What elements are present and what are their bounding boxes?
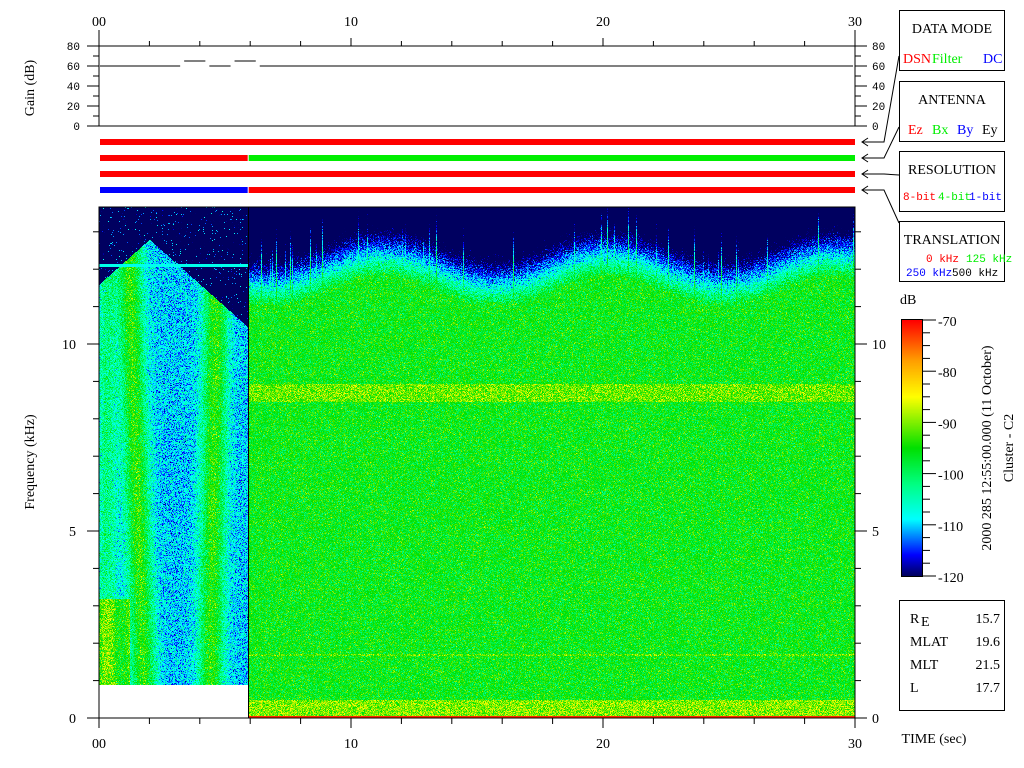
- spec-xlabel: TIME (sec): [902, 732, 967, 747]
- legend-item: DSN: [903, 52, 931, 67]
- spec-ytick-label: 5: [69, 525, 76, 540]
- colorbar-tick-label: -70: [938, 315, 957, 330]
- spec-ylabel: Frequency (kHz): [23, 414, 38, 510]
- spec-ytick-label-right: 10: [872, 338, 886, 353]
- side-title-date: 2000 285 12:55:00.000 (11 October): [980, 345, 995, 551]
- legend-item: Ey: [982, 123, 998, 138]
- top-xtick-label: 10: [344, 15, 358, 30]
- side-title-spacecraft: Cluster - C2: [1002, 414, 1017, 482]
- orbit-value: 17.7: [976, 681, 1001, 696]
- top-xtick-label: 30: [848, 15, 862, 30]
- status-bar-translation: [248, 187, 855, 193]
- colorbar-tick-label: -110: [938, 520, 963, 535]
- orbit-value: 19.6: [976, 635, 1001, 650]
- colorbar-tick-label: -80: [938, 366, 957, 381]
- gain-ytick-label: 80: [67, 42, 80, 54]
- colorbar-label: dB: [900, 293, 916, 308]
- spec-xtick-label: 10: [344, 737, 358, 752]
- top-xtick-label: 20: [596, 15, 610, 30]
- orbit-value: 15.7: [976, 612, 1001, 627]
- status-bar-data-mode: [100, 139, 855, 145]
- colorbar-tick-label: -100: [938, 469, 964, 484]
- legend-title-data_mode: DATA MODE: [912, 22, 992, 37]
- legend-connector-translation: [861, 185, 900, 224]
- legend-item: Bx: [932, 123, 948, 138]
- legend-item: 250 kHz: [906, 268, 952, 280]
- status-bar-antenna: [248, 155, 855, 161]
- orbit-label: R: [910, 612, 920, 627]
- legend-connector-resolution: [861, 169, 900, 179]
- legend-item: Ez: [908, 123, 923, 138]
- orbit-label: L: [910, 681, 919, 696]
- legend-item: 0 kHz: [926, 254, 959, 266]
- colorbar-frame: [901, 319, 923, 577]
- legend-title-antenna: ANTENNA: [918, 93, 987, 108]
- legend-item: 1-bit: [969, 192, 1002, 204]
- gain-ytick-label-right: 0: [872, 122, 879, 134]
- gain-ytick-label-right: 20: [872, 102, 885, 114]
- colorbar-tick-label: -90: [938, 417, 957, 432]
- gain-line: [100, 60, 853, 67]
- orbit-label: MLAT: [910, 635, 949, 650]
- legend-title-translation: TRANSLATION: [904, 233, 1000, 248]
- status-bar-resolution: [100, 171, 855, 177]
- spec-ytick-label-right: 0: [872, 712, 879, 727]
- wideband-plot: Gain (dB) Frequency (kHz) TIME (sec) dB …: [0, 0, 1024, 768]
- status-bar-translation: [100, 187, 248, 193]
- spec-xtick-label: 20: [596, 737, 610, 752]
- gain-ytick-label: 0: [73, 122, 80, 134]
- spec-ytick-label-right: 5: [872, 525, 879, 540]
- orbit-value: 21.5: [976, 658, 1001, 673]
- gain-ylabel: Gain (dB): [23, 59, 38, 116]
- legend-item: Filter: [932, 52, 963, 67]
- orbit-label: MLT: [910, 658, 939, 673]
- legend-title-resolution: RESOLUTION: [908, 163, 996, 178]
- gain-ytick-label: 20: [67, 102, 80, 114]
- spec-ytick-label: 10: [62, 338, 76, 353]
- gain-ytick-label-right: 40: [872, 82, 885, 94]
- plot-overlay: Gain (dB) Frequency (kHz) TIME (sec) dB …: [23, 10, 1017, 752]
- orbit-label-sub: E: [921, 615, 930, 630]
- legend-item: 4-bit: [938, 192, 971, 204]
- status-bar-antenna: [100, 155, 248, 161]
- top-xtick-label: 00: [92, 15, 106, 30]
- spec-xtick-label: 30: [848, 737, 862, 752]
- legend-connector-antenna: [861, 126, 900, 163]
- legend-item: 8-bit: [903, 192, 936, 204]
- legend-item: By: [957, 123, 973, 138]
- spec-ytick-label: 0: [69, 712, 76, 727]
- legend-item: DC: [983, 52, 1002, 67]
- gain-ytick-label: 60: [67, 62, 80, 74]
- colorbar-tick-label: -120: [938, 571, 964, 586]
- gain-ytick-label-right: 80: [872, 42, 885, 54]
- gain-ytick-label-right: 60: [872, 62, 885, 74]
- legend-item: 125 kHz: [966, 254, 1012, 266]
- gain-ytick-label: 40: [67, 82, 80, 94]
- legend-item: 500 kHz: [952, 268, 998, 280]
- spectrogram-frame: [98, 206, 856, 719]
- spec-xtick-label: 00: [92, 737, 106, 752]
